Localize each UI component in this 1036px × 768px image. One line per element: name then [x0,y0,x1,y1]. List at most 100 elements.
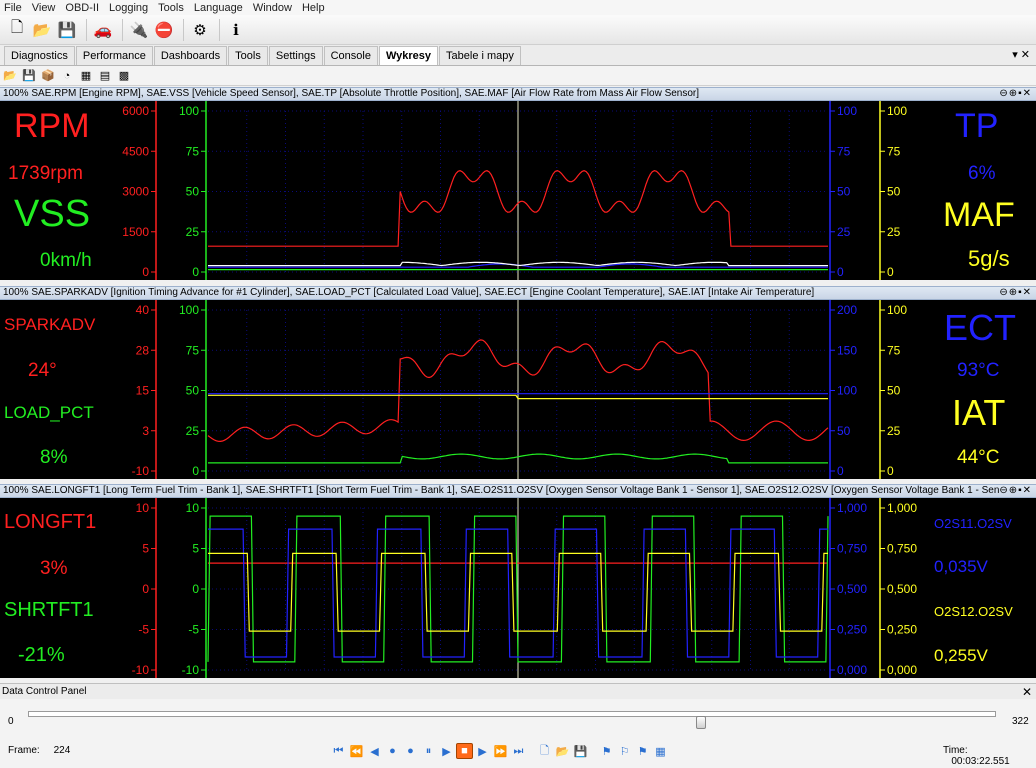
car-icon[interactable]: 🚗 [92,19,114,41]
tab-performance[interactable]: Performance [75,46,153,65]
axis-tick-label: 5 [192,542,199,556]
signal-label: SPARKADV [4,315,96,334]
tab-tabele-i-mapy[interactable]: Tabele i mapy [439,46,521,65]
tab-settings[interactable]: Settings [268,46,323,65]
axis-tick-label: 50 [887,185,901,199]
play-icon[interactable]: ▶ [438,743,455,759]
first-frame-icon[interactable]: ⏮ [330,743,347,759]
signal-label: 6% [968,163,996,184]
menu-item-window[interactable]: Window [253,2,292,14]
menu-item-help[interactable]: Help [302,2,325,14]
gauge-icon[interactable]: ◔ [59,69,75,83]
open-log-icon[interactable]: 📂 [554,743,571,759]
plot-svg: 6000 4500 3000 1500 0 100 75 50 25 0 100 75 50 25 0 100… [8,101,1015,280]
data-control-panel: 0 322 Frame: 224 ⏮ ⏪ ◀ ● ● ⏸ ▶ ■ ▶ ⏩ ⏭ 🗋 📂 💾 ⚑ ⚐ ⚑ ▦ Time… [0,699,1036,768]
axis-tick-label: 40 [136,303,150,317]
axis-tick-label: 75 [887,343,901,357]
tab-tools[interactable]: Tools [228,46,268,65]
save-icon[interactable]: 💾 [21,69,37,83]
grid-icon[interactable]: ▦ [652,743,669,759]
plot-svg: 4028153-10100755025020015010050010075502… [4,300,1016,479]
plot-panel-rpm[interactable]: 6000 4500 3000 1500 0 100 75 50 25 0 100 75 50 25 0 100… [0,101,1036,280]
disconnect-icon[interactable]: ⛔ [153,19,175,41]
signal-label: O2S11.O2SV [934,516,1012,531]
color-icon[interactable]: ▩ [116,69,132,83]
axis-tick-label: 100 [179,303,199,317]
connect-icon[interactable]: 🔌 [128,19,150,41]
time-label: Time: [943,745,968,756]
save-log-icon[interactable]: 💾 [572,743,589,759]
toolbar-separator [219,18,220,41]
table-icon[interactable]: ▤ [97,69,113,83]
info-icon[interactable]: ℹ [225,19,247,41]
axis-tick-label: 100 [837,384,857,398]
toolbar-separator [86,18,87,41]
menu-item-file[interactable]: File [4,2,22,14]
bookmark-icon[interactable]: ⚑ [634,743,651,759]
menu-item-tools[interactable]: Tools [158,2,184,14]
axis-tick-label: 150 [837,343,857,357]
toolbar-separator [183,18,184,41]
tab-bar: Diagnostics Performance Dashboards Tools Set… [0,45,1036,66]
fast-forward-icon[interactable]: ⏩ [492,743,509,759]
plot-panel-fueltrim[interactable]: 10 5 0 -5 -10 10 5 0 -5 -10 1,000 0,750 0,500 0,250 0,… [0,498,1036,678]
bookmark-remove-icon[interactable]: ⚐ [616,743,633,759]
record-icon[interactable]: ● [402,743,419,759]
frame-slider-track[interactable] [28,711,996,717]
step-back-icon[interactable]: ◀ [366,743,383,759]
tab-console[interactable]: Console [323,46,378,65]
panel-controls[interactable]: ⊖⊕▪✕ [999,287,1032,299]
signal-label: 24° [28,360,57,381]
axis-tick-label: 75 [887,144,901,158]
menu-item-view[interactable]: View [32,2,56,14]
export-icon[interactable]: 📦 [40,69,56,83]
bookmark-add-icon[interactable]: ⚑ [598,743,615,759]
slider-max-label: 322 [1012,716,1029,727]
signal-label: 0,255V [934,646,989,665]
axis-tick-label: 0,000 [887,663,917,677]
menu-item-language[interactable]: Language [194,2,243,14]
menu-item-obd-ii[interactable]: OBD-II [65,2,99,14]
axis-tick-label: 0 [192,464,199,478]
axis-tick-label: 0 [837,265,844,279]
axis-tick-label: 75 [837,144,851,158]
tab-dashboards[interactable]: Dashboards [153,46,228,65]
tabs-menu[interactable]: ▾ ✕ [1012,48,1030,61]
menu-item-logging[interactable]: Logging [109,2,148,14]
plot-panel-spark[interactable]: 40 28 15 3 -10 100 75 50 25 0 200 150 100 50 0 100 75 50 2… [0,300,1036,479]
close-icon[interactable]: ✕ [1022,684,1032,700]
signal-label: RPM [14,107,90,145]
settings-icon[interactable]: ⚙ [189,19,211,41]
axis-tick-label: -10 [132,464,150,478]
axis-tick-label: -10 [132,663,150,677]
axis-tick-label: 28 [136,343,150,357]
open-folder-icon[interactable]: 📂 [31,19,53,41]
open-icon[interactable]: 📂 [2,69,18,83]
save-icon[interactable]: 💾 [56,19,78,41]
new-icon[interactable]: 🗋 [6,19,28,41]
new-log-icon[interactable]: 🗋 [536,743,553,759]
panel-title-rpm: 100% SAE.RPM [Engine RPM], SAE.VSS [Vehi… [0,87,1036,101]
tab-wykresy[interactable]: Wykresy [378,46,439,65]
panel-controls[interactable]: ⊖⊕▪✕ [999,88,1032,100]
time-readout: Time: 00:03:22.551 [943,745,1036,767]
record-dot-icon[interactable]: ● [384,743,401,759]
frame-slider-thumb[interactable] [696,716,707,729]
axis-tick-label: 1500 [122,225,149,239]
chart-icon[interactable]: ▦ [78,69,94,83]
last-frame-icon[interactable]: ⏭ [510,743,527,759]
frame-value: 224 [53,745,71,756]
axis-tick-label: 100 [179,104,199,118]
axis-tick-label: 200 [837,303,857,317]
fast-rewind-icon[interactable]: ⏪ [348,743,365,759]
pause-icon[interactable]: ⏸ [420,743,437,759]
signal-label: LONGFT1 [4,511,96,533]
panel-controls[interactable]: ⊖⊕▪✕ [999,485,1032,497]
tab-diagnostics[interactable]: Diagnostics [4,46,75,65]
player-controls: ⏮ ⏪ ◀ ● ● ⏸ ▶ ■ ▶ ⏩ ⏭ 🗋 📂 💾 ⚑ ⚐ ⚑ ▦ [330,743,670,759]
axis-tick-label: 0,750 [887,542,917,556]
stop-icon[interactable]: ■ [456,743,473,759]
step-forward-icon[interactable]: ▶ [474,743,491,759]
axis-tick-label: 15 [136,384,150,398]
dcp-title-text: Data Control Panel [2,686,87,697]
